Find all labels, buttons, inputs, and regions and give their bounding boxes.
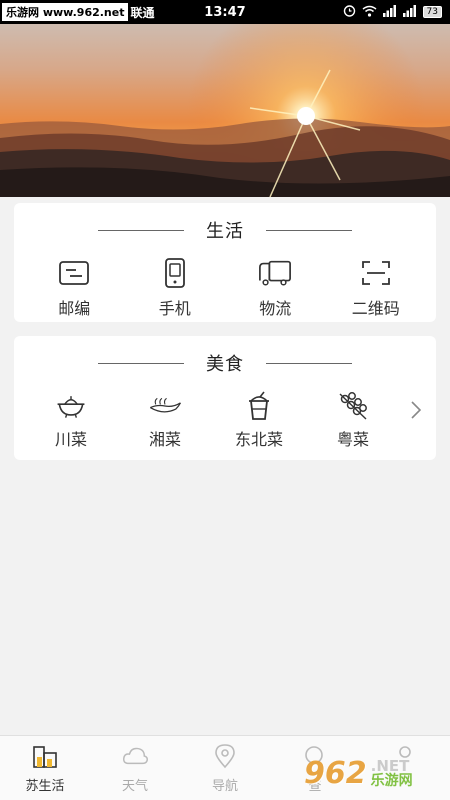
divider <box>98 362 184 364</box>
grid-item-qrcode[interactable]: 二维码 <box>327 257 425 319</box>
hotpot-icon <box>54 390 88 422</box>
status-bar: 乐游网 www.962.net 联通 13:47 73 <box>0 0 450 24</box>
grid-item-cantonese[interactable]: 粤菜 <box>306 390 400 450</box>
grid-item-phone[interactable]: 手机 <box>126 257 224 319</box>
life-section: 生活 邮编 手机 物流 二维码 <box>14 203 436 322</box>
carrier-name: 联通 <box>130 5 155 20</box>
site-watermark: 乐游网 www.962.net <box>2 3 129 21</box>
truck-icon <box>258 257 292 289</box>
tab-label: 苏生活 <box>25 779 65 794</box>
alarm-icon <box>343 4 356 20</box>
postcode-icon <box>57 257 91 289</box>
grid-item-postcode[interactable]: 邮编 <box>25 257 123 319</box>
tab-weather[interactable]: 天气 <box>90 736 180 800</box>
signal-icon-2 <box>402 4 417 20</box>
watermark-net: .NET <box>370 756 410 775</box>
grid-item-label: 川菜 <box>54 430 87 449</box>
grid-item-label: 手机 <box>158 299 191 318</box>
phone-icon <box>158 257 192 289</box>
signal-icon <box>382 4 397 20</box>
grid-item-label: 东北菜 <box>234 430 283 449</box>
chili-dish-icon <box>148 390 182 422</box>
battery-level: 73 <box>422 6 442 18</box>
grid-item-hunan[interactable]: 湘菜 <box>118 390 212 450</box>
skewer-icon <box>336 390 370 422</box>
grid-item-label: 物流 <box>259 299 292 318</box>
grid-item-label: 湘菜 <box>148 430 181 449</box>
buildings-icon <box>32 743 58 769</box>
grid-item-label: 粤菜 <box>336 430 369 449</box>
grid-item-label: 二维码 <box>351 299 400 318</box>
tab-label: 导航 <box>211 779 238 794</box>
divider <box>266 229 352 231</box>
chevron-right-icon[interactable] <box>406 398 426 422</box>
watermark-cn: 乐游网 <box>370 772 413 789</box>
divider <box>98 229 184 231</box>
divider <box>266 362 352 364</box>
grid-item-northeast[interactable]: 东北菜 <box>212 390 306 450</box>
tab-life[interactable]: 苏生活 <box>0 736 90 800</box>
site-logo-watermark: 962 .NET 乐游网 <box>304 752 442 794</box>
section-title-life: 生活 <box>206 221 244 242</box>
location-pin-icon <box>212 743 238 769</box>
wifi-icon <box>362 5 377 20</box>
food-section: 美食 川菜 湘菜 东北菜 粤菜 <box>14 336 436 460</box>
banner-image[interactable] <box>0 0 450 197</box>
tab-label: 天气 <box>121 779 148 794</box>
grid-item-logistics[interactable]: 物流 <box>226 257 324 319</box>
qrcode-scan-icon <box>359 257 393 289</box>
watermark-brand: 962 <box>304 755 367 791</box>
grid-item-sichuan[interactable]: 川菜 <box>24 390 118 450</box>
drink-cup-icon <box>242 390 276 422</box>
section-title-food: 美食 <box>206 354 244 375</box>
grid-item-label: 邮编 <box>58 299 91 318</box>
cloud-icon <box>122 743 148 769</box>
tab-navigation[interactable]: 导航 <box>180 736 270 800</box>
